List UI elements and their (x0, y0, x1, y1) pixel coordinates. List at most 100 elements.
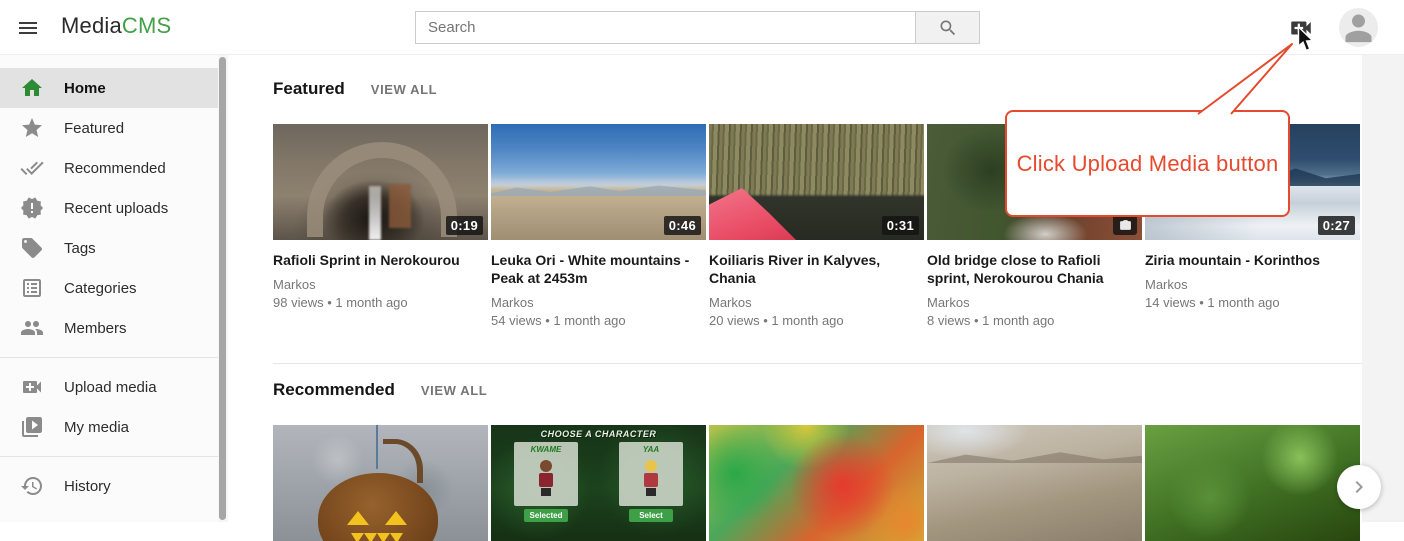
history-icon (20, 474, 44, 498)
media-title[interactable]: Rafioli Sprint in Nerokourou (273, 251, 488, 269)
upload-media-button[interactable] (1288, 15, 1314, 41)
group-icon (20, 316, 44, 340)
game-character-sprite (643, 460, 659, 496)
video-library-icon (20, 415, 44, 439)
duration-badge: 0:31 (882, 216, 919, 235)
sidebar-item-history[interactable]: History (0, 466, 218, 506)
section-title: Recommended (273, 380, 395, 400)
sidebar-item-recent-uploads[interactable]: Recent uploads (0, 188, 218, 228)
media-card[interactable] (709, 425, 924, 541)
duration-badge: 0:19 (446, 216, 483, 235)
callout-text: Click Upload Media button (1017, 151, 1279, 177)
game-character-name: YAA (619, 445, 683, 454)
video-thumbnail[interactable]: CHOOSE A CHARACTER KWAME YAA Selected Se… (491, 425, 706, 541)
media-meta: 8 views • 1 month ago (927, 313, 1142, 328)
brand-logo[interactable]: MediaCMS (61, 13, 171, 39)
sidebar-item-label: History (64, 478, 111, 495)
media-author[interactable]: Markos (491, 295, 706, 310)
recommended-section: Recommended VIEW ALL CHOOSE A CHARACTER … (273, 380, 1362, 541)
home-icon (20, 76, 44, 100)
sidebar-divider (0, 456, 218, 457)
game-selected-button: Selected (524, 509, 568, 522)
view-all-link[interactable]: VIEW ALL (371, 82, 437, 97)
media-author[interactable]: Markos (709, 295, 924, 310)
video-thumbnail[interactable] (273, 425, 488, 541)
page-right-margin (1362, 55, 1404, 522)
sidebar-item-label: Upload media (64, 379, 157, 396)
media-meta: 20 views • 1 month ago (709, 313, 924, 328)
sidebar-item-label: Tags (64, 240, 96, 257)
upload-media-icon (20, 375, 44, 399)
media-author[interactable]: Markos (927, 295, 1142, 310)
sidebar-item-label: Members (64, 320, 127, 337)
game-heading: CHOOSE A CHARACTER (491, 429, 706, 439)
sidebar-item-label: My media (64, 419, 129, 436)
video-thumbnail[interactable] (1145, 425, 1360, 541)
view-all-link[interactable]: VIEW ALL (421, 383, 487, 398)
sidebar-item-recommended[interactable]: Recommended (0, 148, 218, 188)
search-button[interactable] (915, 11, 980, 44)
video-thumbnail[interactable]: 0:19 (273, 124, 488, 240)
camera-badge (1113, 215, 1137, 235)
person-icon (1339, 8, 1378, 47)
sidebar-item-upload-media[interactable]: Upload media (0, 367, 218, 407)
brand-media: Media (61, 13, 122, 38)
game-character-name: KWAME (514, 445, 578, 454)
section-divider (273, 363, 1362, 364)
media-title[interactable]: Koiliaris River in Kalyves, Chania (709, 251, 924, 287)
sidebar-divider (0, 357, 218, 358)
media-author[interactable]: Markos (273, 277, 488, 292)
done-all-icon (20, 156, 44, 180)
sidebar-scrollbar-thumb[interactable] (219, 57, 226, 520)
tag-icon (20, 236, 44, 260)
sidebar-item-home[interactable]: Home (0, 68, 218, 108)
media-card[interactable]: 0:46 Leuka Ori - White mountains - Peak … (491, 124, 706, 328)
sidebar-item-tags[interactable]: Tags (0, 228, 218, 268)
section-title: Featured (273, 79, 345, 99)
chevron-right-icon (1347, 475, 1371, 499)
media-card[interactable]: 0:31 Koiliaris River in Kalyves, Chania … (709, 124, 924, 328)
media-card[interactable]: CHOOSE A CHARACTER KWAME YAA Selected Se… (491, 425, 706, 541)
game-select-button: Select (629, 509, 673, 522)
duration-badge: 0:27 (1318, 216, 1355, 235)
sidebar-item-members[interactable]: Members (0, 308, 218, 348)
sidebar-item-categories[interactable]: Categories (0, 268, 218, 308)
sidebar-item-my-media[interactable]: My media (0, 407, 218, 447)
media-card[interactable]: 0:19 Rafioli Sprint in Nerokourou Markos… (273, 124, 488, 328)
media-meta: 54 views • 1 month ago (491, 313, 706, 328)
media-title[interactable]: Old bridge close to Rafioli sprint, Nero… (927, 251, 1142, 287)
hamburger-menu-icon[interactable] (16, 16, 40, 40)
sidebar-item-label: Featured (64, 120, 124, 137)
tutorial-callout: Click Upload Media button (1005, 110, 1290, 217)
upload-media-icon (1288, 15, 1314, 41)
list-icon (20, 276, 44, 300)
media-author[interactable]: Markos (1145, 277, 1360, 292)
game-character-sprite (538, 460, 554, 496)
media-meta: 14 views • 1 month ago (1145, 295, 1360, 310)
new-releases-icon (20, 196, 44, 220)
sidebar: Home Featured Recommended Recent uploads… (0, 55, 218, 522)
video-thumbnail[interactable]: 0:31 (709, 124, 924, 240)
media-card[interactable] (273, 425, 488, 541)
video-thumbnail[interactable]: 0:46 (491, 124, 706, 240)
video-thumbnail[interactable] (709, 425, 924, 541)
media-title[interactable]: Ziria mountain - Korinthos (1145, 251, 1360, 269)
sidebar-item-label: Categories (64, 280, 137, 297)
media-meta: 98 views • 1 month ago (273, 295, 488, 310)
top-bar: MediaCMS (0, 0, 1404, 55)
camera-icon (1119, 219, 1132, 232)
sidebar-item-featured[interactable]: Featured (0, 108, 218, 148)
sidebar-item-label: Recommended (64, 160, 166, 177)
user-avatar[interactable] (1339, 8, 1378, 47)
media-card[interactable] (927, 425, 1142, 541)
sidebar-scrollbar-track[interactable] (218, 55, 228, 522)
media-title[interactable]: Leuka Ori - White mountains - Peak at 24… (491, 251, 706, 287)
video-thumbnail[interactable] (927, 425, 1142, 541)
brand-cms: CMS (122, 13, 172, 38)
duration-badge: 0:46 (664, 216, 701, 235)
slider-next-button[interactable] (1337, 465, 1381, 509)
media-card[interactable] (1145, 425, 1360, 541)
search-input[interactable] (415, 11, 916, 44)
search-icon (938, 18, 958, 38)
sidebar-item-label: Home (64, 80, 106, 97)
